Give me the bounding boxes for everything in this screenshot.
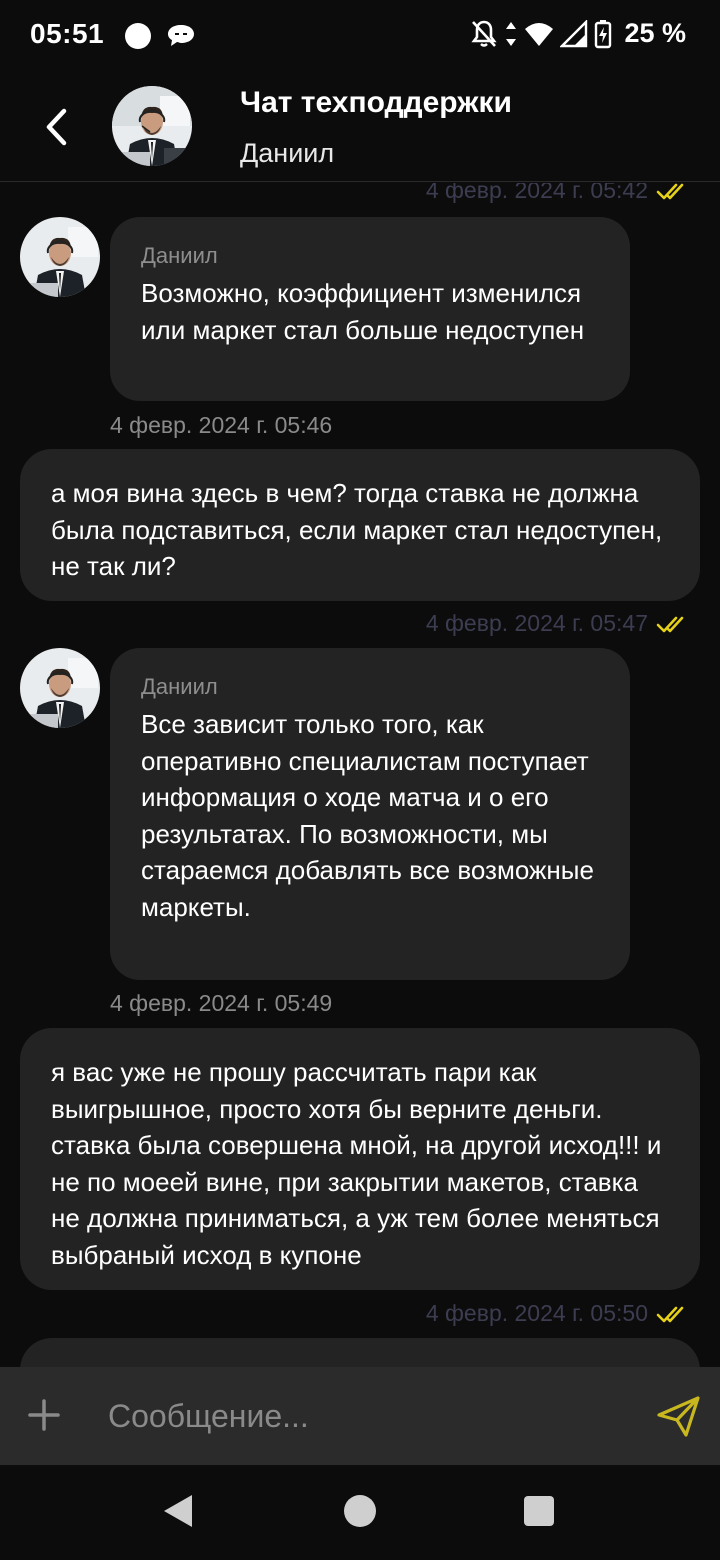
incoming-message[interactable]: Даниил Возможно, коэффициент изменился и…: [110, 217, 630, 401]
message-composer: [0, 1367, 720, 1465]
message-timestamp: 4 февр. 2024 г. 05:50: [425, 1300, 648, 1326]
chat-screen: 05:51 25 % Чат техподдержки Даниил 4 фев…: [0, 0, 720, 1560]
circle-notification-icon: [125, 23, 151, 49]
header-avatar[interactable]: [112, 86, 192, 166]
send-button[interactable]: [656, 1395, 702, 1439]
system-navigation-bar: [0, 1465, 720, 1560]
outgoing-message[interactable]: я вас уже не прошу рассчитать пари как в…: [20, 1028, 700, 1290]
message-list[interactable]: 4 февр. 2024 г. 05:42 Даниил Возможно, к…: [0, 183, 720, 1367]
support-agent-avatar: [20, 648, 100, 728]
message-avatar: [20, 217, 100, 297]
status-time: 05:51: [30, 18, 105, 49]
message-meta: 4 февр. 2024 г. 05:47: [426, 610, 690, 637]
message-sender: Даниил: [141, 674, 218, 699]
status-bar: 05:51 25 %: [0, 0, 720, 72]
message-avatar: [20, 648, 100, 728]
message-text: Возможно, коэффициент изменился или марк…: [141, 278, 585, 345]
status-notification-icons: [124, 22, 196, 50]
outgoing-message[interactable]: а моя вина здесь в чем? тогда ставка не …: [20, 449, 700, 601]
bell-off-icon: [471, 20, 498, 47]
double-check-icon: [656, 616, 684, 632]
double-check-icon: [656, 1306, 684, 1322]
message-timestamp: 4 февр. 2024 г. 05:46: [110, 412, 333, 438]
battery-percent: 25 %: [624, 18, 686, 48]
message-text: а моя вина здесь в чем? тогда ставка не …: [51, 478, 663, 582]
message-sender: Даниил: [141, 243, 218, 268]
outgoing-message-partial[interactable]: [20, 1338, 700, 1367]
message-meta: 4 февр. 2024 г. 05:50: [426, 1300, 690, 1327]
chat-header: Чат техподдержки Даниил: [0, 72, 720, 182]
message-timestamp: 4 февр. 2024 г. 05:47: [425, 610, 648, 636]
chevron-left-icon: [46, 108, 67, 146]
agent-name: Даниил: [240, 138, 335, 168]
battery-charging-icon: [595, 19, 612, 48]
message-timestamp: 4 февр. 2024 г. 05:49: [110, 990, 333, 1016]
chat-bubble-icon: [168, 25, 194, 46]
message-text: Все зависит только того, как оперативно …: [141, 709, 594, 922]
support-agent-avatar: [112, 86, 192, 166]
plus-icon: [28, 1399, 60, 1431]
data-arrows-icon: [506, 21, 517, 46]
support-agent-avatar: [20, 217, 100, 297]
incoming-message[interactable]: Даниил Все зависит только того, как опер…: [110, 648, 630, 980]
nav-recents-icon[interactable]: [524, 1496, 554, 1526]
message-text: я вас уже не прошу рассчитать пари как в…: [51, 1057, 662, 1270]
chat-title: Чат техподдержки: [240, 86, 512, 119]
send-icon: [657, 1396, 700, 1437]
attach-button[interactable]: [26, 1397, 62, 1433]
nav-home-icon[interactable]: [344, 1495, 376, 1527]
back-button[interactable]: [34, 102, 78, 152]
message-input[interactable]: [108, 1389, 628, 1443]
double-check-icon: [656, 183, 684, 199]
signal-icon: [560, 19, 588, 47]
wifi-icon: [525, 22, 554, 46]
nav-back-icon[interactable]: [162, 1493, 194, 1529]
status-system-icons: 25 %: [470, 18, 686, 49]
message-meta: 4 февр. 2024 г. 05:42: [426, 183, 690, 204]
message-timestamp: 4 февр. 2024 г. 05:42: [425, 183, 648, 203]
